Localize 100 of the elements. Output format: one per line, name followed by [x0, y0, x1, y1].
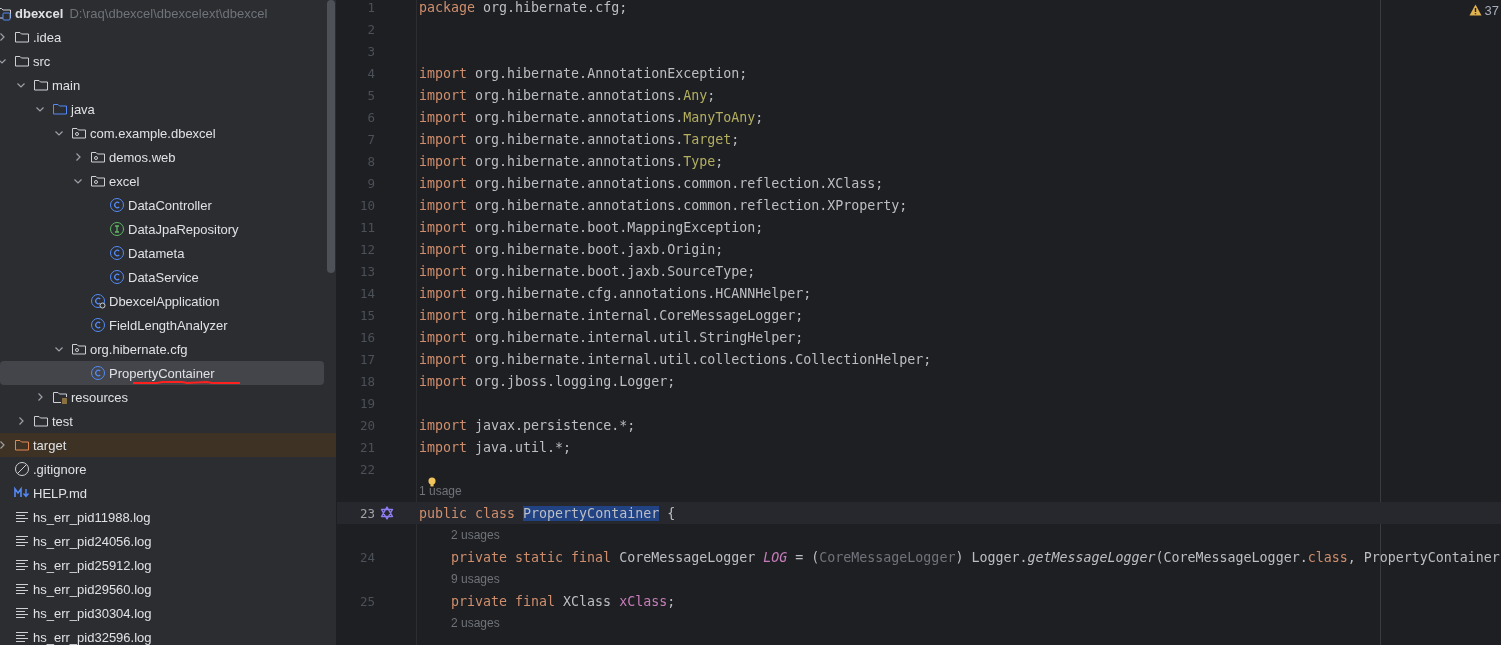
tree-item[interactable]: excel	[0, 169, 336, 193]
text-file-icon	[14, 557, 30, 573]
folder-icon	[14, 29, 30, 45]
tree-item[interactable]: DataJpaRepository	[0, 217, 336, 241]
tree-item-label: hs_err_pid24056.log	[33, 533, 152, 549]
text-file-icon	[14, 605, 30, 621]
hexagram-icon[interactable]	[380, 506, 394, 520]
package-icon	[90, 149, 106, 165]
lightbulb-icon[interactable]	[427, 477, 437, 488]
line-number: 23	[358, 505, 375, 521]
tree-item-label: excel	[109, 173, 140, 189]
tree-item[interactable]: dbexcel D:\raq\dbexcel\dbexcelext\dbexcel	[0, 1, 336, 25]
class-icon	[109, 245, 125, 261]
tree-item[interactable]: src	[0, 49, 336, 73]
folder-icon	[52, 389, 68, 405]
warning-icon[interactable]	[1468, 4, 1482, 16]
tree-item-label: dbexcel	[15, 5, 64, 21]
code-line: import org.hibernate.annotations.common.reflection.XProperty;	[419, 197, 908, 213]
tree-item[interactable]: main	[0, 73, 336, 97]
code-line: public class PropertyContainer {	[419, 505, 676, 521]
tree-item[interactable]: resources	[0, 385, 336, 409]
tree-item[interactable]: DataService	[0, 265, 336, 289]
tree-item-label: target	[33, 437, 67, 453]
tree-item-label: Datameta	[128, 245, 185, 261]
package-icon	[71, 125, 87, 141]
scrollbar[interactable]	[327, 0, 335, 273]
tree-item[interactable]: hs_err_pid30304.log	[0, 601, 336, 625]
text-file-icon	[14, 509, 30, 525]
usage-hint[interactable]: 1 usage	[419, 484, 462, 498]
folder-icon	[14, 437, 30, 453]
code-line: import org.hibernate.annotations.Target;	[419, 131, 740, 147]
class-icon	[90, 293, 106, 309]
tree-item[interactable]: DbexcelApplication	[0, 289, 336, 313]
folder-icon	[52, 101, 68, 117]
code-line: import org.hibernate.annotations.Any;	[419, 87, 716, 103]
text-file-icon	[14, 581, 30, 597]
code-line: import org.hibernate.internal.CoreMessageLogger;	[419, 307, 804, 323]
tree-item[interactable]: .idea	[0, 25, 336, 49]
usage-hint[interactable]: 2 usages	[451, 528, 500, 542]
tree-item[interactable]: java	[0, 97, 336, 121]
project-path: D:\raq\dbexcel\dbexcelext\dbexcel	[69, 5, 268, 21]
code-line: private static final CoreMessageLogger LOG = (CoreMessageLogger) Logger.getMessageLogger(CoreMessageLogger.class, PropertyContainer	[451, 549, 1500, 565]
tree-item-label: java	[71, 101, 95, 117]
tree-item[interactable]: org.hibernate.cfg	[0, 337, 336, 361]
tree-item[interactable]: Datameta	[0, 241, 336, 265]
tree-item-label: demos.web	[109, 149, 176, 165]
code-line: package org.hibernate.cfg;	[419, 0, 628, 15]
code-line: import org.hibernate.internal.util.collections.CollectionHelper;	[419, 351, 932, 367]
tree-item[interactable]: hs_err_pid25912.log	[0, 553, 336, 577]
tree-item-label: main	[52, 77, 81, 93]
ignore-icon	[14, 461, 30, 477]
package-icon	[71, 341, 87, 357]
tree-item[interactable]: test	[0, 409, 336, 433]
tree-item-label: com.example.dbexcel	[90, 125, 216, 141]
tree-item[interactable]: HELP.md	[0, 481, 336, 505]
tree-item[interactable]: com.example.dbexcel	[0, 121, 336, 145]
code-line: import org.hibernate.annotations.Type;	[419, 153, 724, 169]
code-line: import javax.persistence.*;	[419, 417, 636, 433]
tree-item[interactable]: target	[0, 433, 336, 457]
tree-item[interactable]: FieldLengthAnalyzer	[0, 313, 336, 337]
code-line: private final XClass xClass;	[451, 593, 676, 609]
folder-icon	[33, 413, 49, 429]
selected-tree-item[interactable]: PropertyContainer	[0, 361, 324, 385]
folder-icon	[33, 77, 49, 93]
code-line: import org.hibernate.boot.jaxb.Origin;	[419, 241, 724, 257]
folder-icon	[14, 53, 30, 69]
tree-item-label: DataJpaRepository	[128, 221, 239, 237]
tree-item-label: PropertyContainer	[109, 365, 215, 381]
tree-item-label: hs_err_pid11988.log	[33, 509, 151, 525]
tree-item-label: HELP.md	[33, 485, 87, 501]
code-line: import org.hibernate.internal.util.StringHelper;	[419, 329, 804, 345]
tree-item[interactable]: .gitignore	[0, 457, 336, 481]
code-line: import org.hibernate.annotations.ManyToAny;	[419, 109, 764, 125]
usage-hint[interactable]: 2 usages	[451, 616, 500, 630]
tree-item-label: org.hibernate.cfg	[90, 341, 188, 357]
text-file-icon	[14, 533, 30, 549]
tree-item-label: test	[52, 413, 73, 429]
code-line: import org.hibernate.AnnotationException;	[419, 65, 748, 81]
tree-item[interactable]: demos.web	[0, 145, 336, 169]
tree-item-label: src	[33, 53, 51, 69]
tree-item-label: hs_err_pid30304.log	[33, 605, 152, 621]
usage-hint[interactable]: 9 usages	[451, 572, 500, 586]
tree-item[interactable]: hs_err_pid32596.log	[0, 625, 336, 645]
text-file-icon	[14, 629, 30, 645]
warning-count[interactable]: 37	[1484, 2, 1499, 18]
tree-item-label: resources	[71, 389, 129, 405]
code-line: import java.util.*;	[419, 439, 572, 455]
tree-item[interactable]: DataController	[0, 193, 336, 217]
tree-item-label: hs_err_pid32596.log	[33, 629, 152, 645]
tree-item-label: FieldLengthAnalyzer	[109, 317, 228, 333]
tree-item-label: DataService	[128, 269, 199, 285]
tree-item[interactable]: hs_err_pid29560.log	[0, 577, 336, 601]
tree-item[interactable]: hs_err_pid11988.log	[0, 505, 336, 529]
class-icon	[90, 317, 106, 333]
tree-item-label: DbexcelApplication	[109, 293, 220, 309]
code-line: import org.hibernate.cfg.annotations.HCANNHelper;	[419, 285, 812, 301]
tree-item-label: .gitignore	[33, 461, 87, 477]
interface-icon	[109, 221, 125, 237]
tree-item[interactable]: hs_err_pid24056.log	[0, 529, 336, 553]
tree-item-label: hs_err_pid25912.log	[33, 557, 152, 573]
